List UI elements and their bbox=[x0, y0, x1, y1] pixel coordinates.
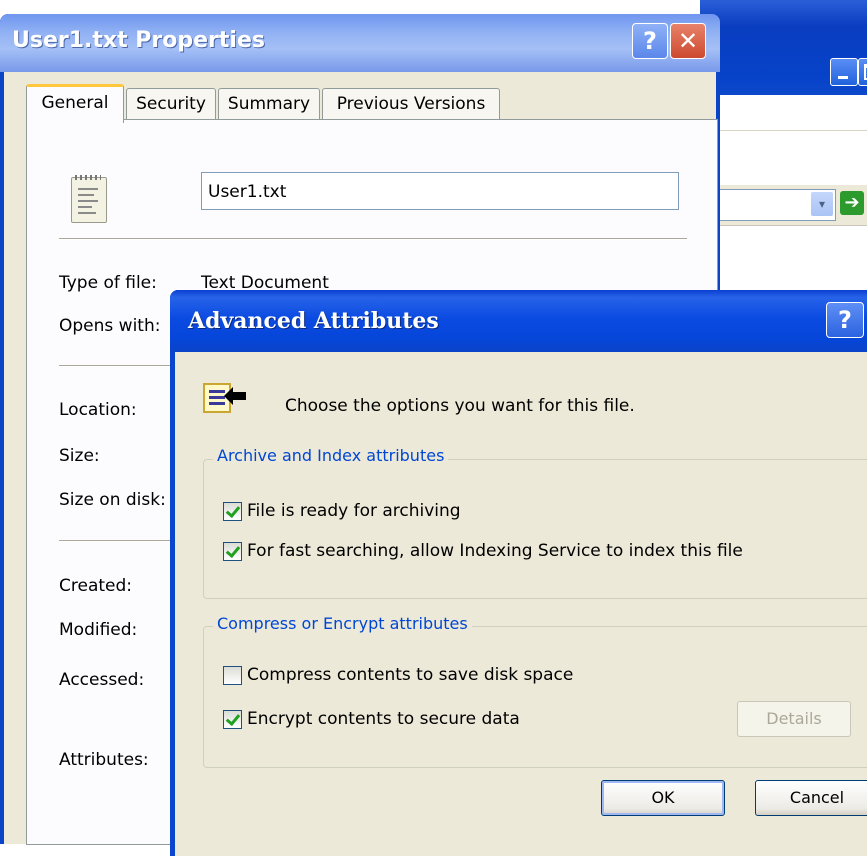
toolbar-divider bbox=[710, 130, 867, 131]
opens-with-label: Opens with: bbox=[59, 316, 161, 336]
background-toolbar bbox=[700, 95, 867, 185]
accessed-label: Accessed: bbox=[59, 670, 145, 690]
modified-label: Modified: bbox=[59, 620, 138, 640]
properties-title: User1.txt Properties bbox=[12, 28, 265, 53]
address-bar: ▾ ➔ bbox=[700, 185, 867, 226]
size-on-disk-label: Size on disk: bbox=[59, 490, 166, 510]
archive-index-group-label: Archive and Index attributes bbox=[213, 446, 449, 465]
minimize-button[interactable] bbox=[830, 58, 858, 86]
encrypt-checkbox-label[interactable]: Encrypt contents to secure data bbox=[247, 709, 520, 729]
help-button[interactable]: ? bbox=[826, 302, 864, 338]
cancel-button[interactable]: Cancel bbox=[755, 780, 867, 816]
advanced-attributes-dialog: Advanced Attributes ? Choose the options… bbox=[170, 290, 867, 856]
attributes-label: Attributes: bbox=[59, 750, 149, 770]
tab-security[interactable]: Security bbox=[126, 88, 216, 119]
close-button[interactable]: ✕ bbox=[670, 23, 706, 59]
archiving-checkbox[interactable] bbox=[223, 502, 242, 521]
ok-button[interactable]: OK bbox=[601, 780, 725, 816]
compress-checkbox[interactable] bbox=[223, 666, 242, 685]
type-of-file-label: Type of file: bbox=[59, 273, 157, 293]
help-button[interactable]: ? bbox=[632, 23, 668, 59]
archiving-checkbox-label[interactable]: File is ready for archiving bbox=[247, 501, 461, 521]
compress-checkbox-label[interactable]: Compress contents to save disk space bbox=[247, 665, 573, 685]
tab-general[interactable]: General bbox=[26, 84, 124, 123]
indexing-checkbox[interactable] bbox=[223, 542, 242, 561]
advanced-titlebar: Advanced Attributes ? bbox=[170, 290, 867, 352]
details-button[interactable]: Details bbox=[737, 701, 851, 737]
advanced-body: Choose the options you want for this fil… bbox=[175, 352, 867, 856]
divider bbox=[59, 238, 687, 240]
file-name-input[interactable]: User1.txt bbox=[201, 172, 679, 210]
go-arrow-icon[interactable]: ➔ bbox=[840, 191, 864, 215]
intro-text: Choose the options you want for this fil… bbox=[285, 396, 635, 416]
properties-titlebar: User1.txt Properties ? ✕ bbox=[0, 14, 720, 72]
created-label: Created: bbox=[59, 576, 133, 596]
address-combo[interactable]: ▾ bbox=[700, 189, 836, 221]
maximize-button[interactable] bbox=[858, 58, 867, 86]
indexing-checkbox-label[interactable]: For fast searching, allow Indexing Servi… bbox=[247, 541, 743, 561]
tab-summary[interactable]: Summary bbox=[218, 88, 320, 119]
tab-previous-versions[interactable]: Previous Versions bbox=[322, 88, 500, 119]
chevron-down-icon[interactable]: ▾ bbox=[811, 192, 833, 216]
advanced-title: Advanced Attributes bbox=[188, 308, 439, 334]
archive-index-group bbox=[203, 459, 867, 599]
encrypt-checkbox[interactable] bbox=[223, 710, 242, 729]
compress-encrypt-group bbox=[203, 626, 867, 768]
text-file-icon bbox=[71, 175, 107, 223]
arrow-icon bbox=[224, 387, 246, 405]
size-label: Size: bbox=[59, 446, 100, 466]
compress-encrypt-group-label: Compress or Encrypt attributes bbox=[213, 614, 472, 633]
location-label: Location: bbox=[59, 400, 137, 420]
